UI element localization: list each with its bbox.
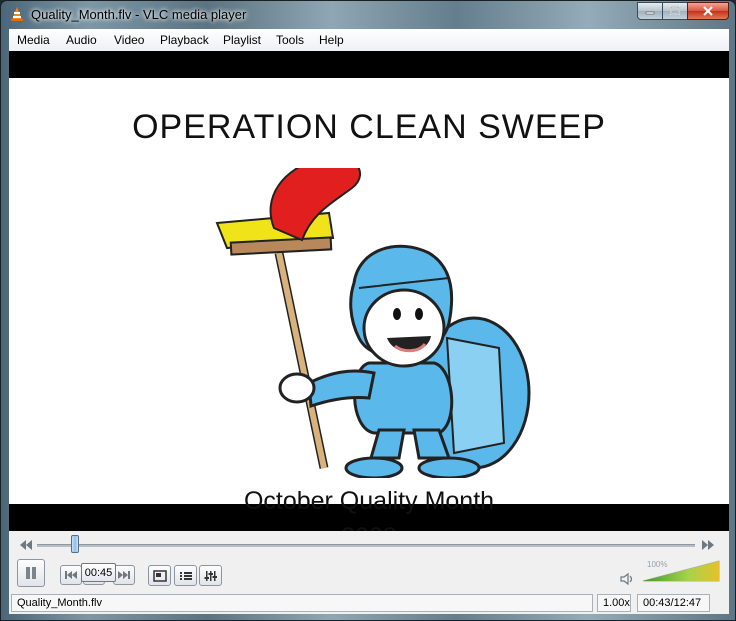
seek-forward-icon[interactable] bbox=[701, 539, 715, 551]
broom bbox=[215, 211, 335, 469]
previous-button[interactable] bbox=[60, 565, 82, 585]
play-pause-button[interactable] bbox=[17, 559, 45, 587]
client-area: Media Audio Video Playback Playlist Tool… bbox=[9, 29, 729, 614]
menu-playback[interactable]: Playback bbox=[160, 33, 209, 47]
title-bar[interactable]: Quality_Month.flv - VLC media player bbox=[1, 1, 735, 29]
menu-bar: Media Audio Video Playback Playlist Tool… bbox=[9, 29, 729, 52]
vlc-cone-icon bbox=[11, 7, 23, 21]
pause-icon bbox=[26, 567, 36, 579]
menu-playlist[interactable]: Playlist bbox=[223, 33, 261, 47]
video-frame: OPERATION CLEAN SWEEP October Quality Mo… bbox=[9, 78, 729, 531]
next-button[interactable] bbox=[113, 565, 135, 585]
seek-back-icon[interactable] bbox=[19, 539, 33, 551]
previous-icon bbox=[65, 571, 77, 579]
minimize-icon bbox=[638, 3, 662, 19]
video-subtitle: October Quality Month 2008 bbox=[9, 483, 729, 531]
extended-settings-button[interactable] bbox=[199, 565, 222, 586]
window-title: Quality_Month.flv - VLC media player bbox=[31, 7, 247, 22]
playlist-icon bbox=[179, 571, 192, 580]
time-display[interactable]: 00:43/12:47 bbox=[637, 594, 710, 612]
extended-settings-icon bbox=[204, 570, 217, 581]
speaker-icon[interactable] bbox=[619, 572, 635, 586]
menu-tools[interactable]: Tools bbox=[276, 33, 304, 47]
status-bar: Quality_Month.flv 1.00x 00:43/12:47 bbox=[9, 593, 729, 614]
seek-time-tooltip: 00:45 bbox=[81, 563, 116, 582]
video-area[interactable]: OPERATION CLEAN SWEEP October Quality Mo… bbox=[9, 51, 729, 531]
seek-bar[interactable] bbox=[37, 544, 695, 547]
close-icon bbox=[688, 3, 728, 19]
next-icon bbox=[118, 571, 130, 579]
minimize-button[interactable] bbox=[637, 2, 663, 20]
vlc-window: Quality_Month.flv - VLC media player Med… bbox=[0, 0, 736, 621]
seek-handle[interactable] bbox=[70, 535, 79, 553]
maximize-icon bbox=[663, 3, 687, 19]
close-button[interactable] bbox=[687, 2, 729, 20]
menu-audio[interactable]: Audio bbox=[66, 33, 97, 47]
menu-media[interactable]: Media bbox=[17, 33, 50, 47]
knight-mascot-image bbox=[215, 168, 531, 478]
menu-help[interactable]: Help bbox=[319, 33, 344, 47]
menu-video[interactable]: Video bbox=[114, 33, 144, 47]
maximize-button[interactable] bbox=[662, 2, 688, 20]
fullscreen-button[interactable] bbox=[148, 565, 171, 586]
status-filename: Quality_Month.flv bbox=[11, 594, 593, 612]
playlist-button[interactable] bbox=[174, 565, 197, 586]
volume-slider[interactable] bbox=[641, 559, 721, 583]
fullscreen-icon bbox=[152, 569, 167, 582]
video-subtitle-line2: 2008 bbox=[9, 519, 729, 531]
video-headline: OPERATION CLEAN SWEEP bbox=[132, 108, 606, 146]
video-subtitle-line1: October Quality Month bbox=[243, 487, 495, 515]
playback-speed[interactable]: 1.00x bbox=[597, 594, 631, 612]
control-panel: 00:45 100% bbox=[9, 531, 729, 593]
